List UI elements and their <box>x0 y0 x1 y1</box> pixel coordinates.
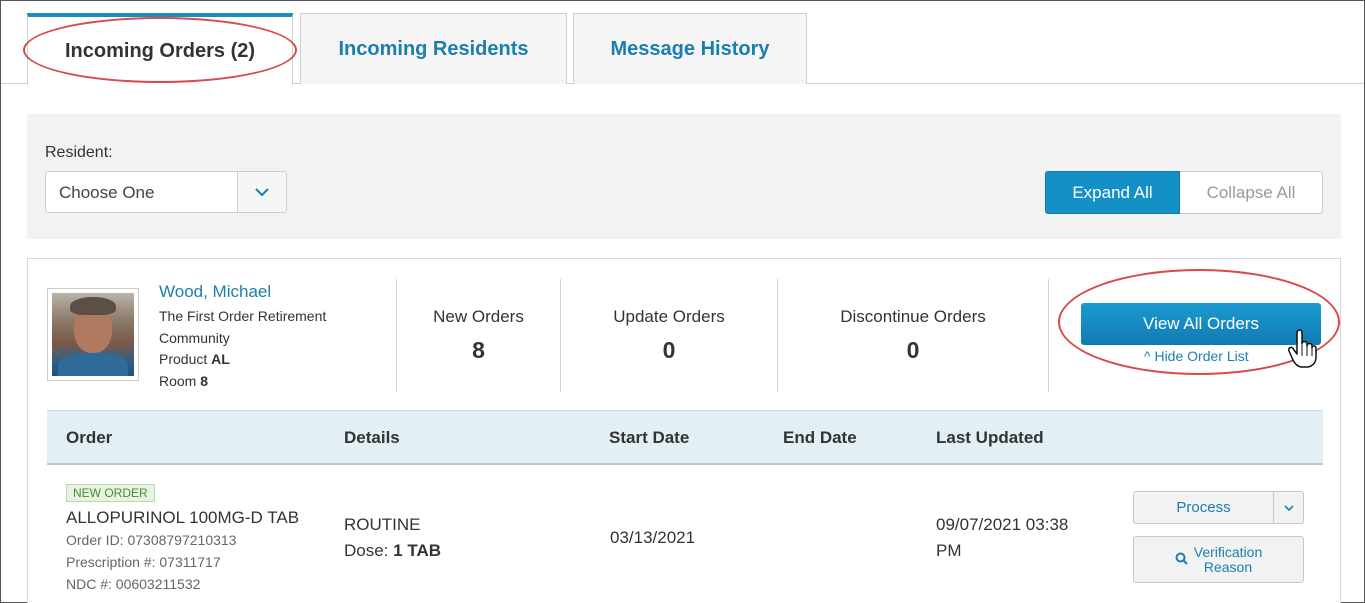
chevron-down-icon[interactable] <box>237 172 286 212</box>
tab-bar: Incoming Orders (2) Incoming Residents M… <box>1 1 1364 85</box>
start-date: 03/13/2021 <box>610 528 696 547</box>
column-header-details: Details <box>344 428 400 447</box>
last-updated-line-2: PM <box>936 541 962 560</box>
ndc-number: NDC #: 00603211532 <box>66 576 201 592</box>
search-icon <box>1175 552 1188 568</box>
tab-label: Incoming Residents <box>338 37 529 60</box>
column-header-start-date: Start Date <box>609 428 690 447</box>
tab-message-history[interactable]: Message History <box>573 13 807 84</box>
resident-name-link[interactable]: Wood, Michael <box>159 282 271 302</box>
hand-cursor-icon <box>1287 329 1317 368</box>
resident-select-value: Choose One <box>59 183 155 202</box>
stat-label: New Orders <box>433 307 524 326</box>
resident-select[interactable]: Choose One <box>45 171 287 213</box>
product-line: Product AL <box>159 351 230 367</box>
column-header-end-date: End Date <box>783 428 857 447</box>
room-label: Room <box>159 373 197 389</box>
details-type: ROUTINE <box>344 515 421 534</box>
stat-update-orders: Update Orders 0 <box>561 307 777 364</box>
process-split-button: Process <box>1133 491 1304 524</box>
prescription-number: Prescription #: 07311717 <box>66 554 221 570</box>
filter-panel: Resident: Choose One Expand All Collapse… <box>27 114 1341 239</box>
dose-value: 1 TAB <box>393 541 442 560</box>
process-button[interactable]: Process <box>1134 492 1273 523</box>
stat-label: Update Orders <box>613 307 725 326</box>
verification-label: Verification Reason <box>1193 543 1263 575</box>
stat-value: 0 <box>662 337 676 363</box>
verification-label-line-1: Verification <box>1193 543 1263 560</box>
orders-table-header: Order Details Start Date End Date Last U… <box>47 410 1323 465</box>
verification-label-line-2: Reason <box>1203 558 1253 575</box>
stat-label: Discontinue Orders <box>840 307 986 326</box>
stat-value: 0 <box>906 337 920 363</box>
product-label: Product <box>159 351 208 367</box>
tab-incoming-orders[interactable]: Incoming Orders (2) <box>27 13 293 85</box>
status-badge: NEW ORDER <box>66 484 155 502</box>
collapse-all-button[interactable]: Collapse All <box>1180 171 1323 214</box>
tab-incoming-residents[interactable]: Incoming Residents <box>300 13 567 84</box>
verification-reason-button[interactable]: Verification Reason <box>1133 536 1304 583</box>
facility-line-1: The First Order Retirement <box>159 308 327 324</box>
dose-line: Dose: 1 TAB <box>344 541 441 561</box>
stat-new-orders: New Orders 8 <box>397 307 560 364</box>
order-id: Order ID: 07308797210313 <box>66 532 237 548</box>
stat-value: 8 <box>472 337 485 363</box>
avatar <box>47 288 139 381</box>
view-all-orders-button[interactable]: View All Orders <box>1081 303 1321 345</box>
expand-all-button[interactable]: Expand All <box>1045 171 1180 214</box>
stat-discontinue-orders: Discontinue Orders 0 <box>778 307 1048 364</box>
tab-label: Message History <box>610 37 770 60</box>
last-updated-line-1: 09/07/2021 03:38 <box>936 515 1069 534</box>
room-value: 8 <box>200 373 209 389</box>
tab-label: Incoming Orders (2) <box>64 39 256 62</box>
hide-order-list-link[interactable]: ^ Hide Order List <box>1144 348 1249 364</box>
resident-card: Wood, Michael The First Order Retirement… <box>27 258 1341 603</box>
room-line: Room 8 <box>159 373 208 389</box>
column-header-order: Order <box>66 428 113 447</box>
expand-collapse-group: Expand All Collapse All <box>1045 171 1323 214</box>
chevron-down-icon[interactable] <box>1273 492 1303 523</box>
resident-label: Resident: <box>45 144 113 161</box>
resident-photo <box>52 293 134 376</box>
drug-name: ALLOPURINOL 100MG-D TAB <box>66 508 300 527</box>
product-value: AL <box>211 351 230 367</box>
column-header-last-updated: Last Updated <box>936 428 1044 447</box>
facility-line-2: Community <box>159 330 230 346</box>
dose-label: Dose: <box>344 541 389 560</box>
divider <box>1048 279 1049 392</box>
